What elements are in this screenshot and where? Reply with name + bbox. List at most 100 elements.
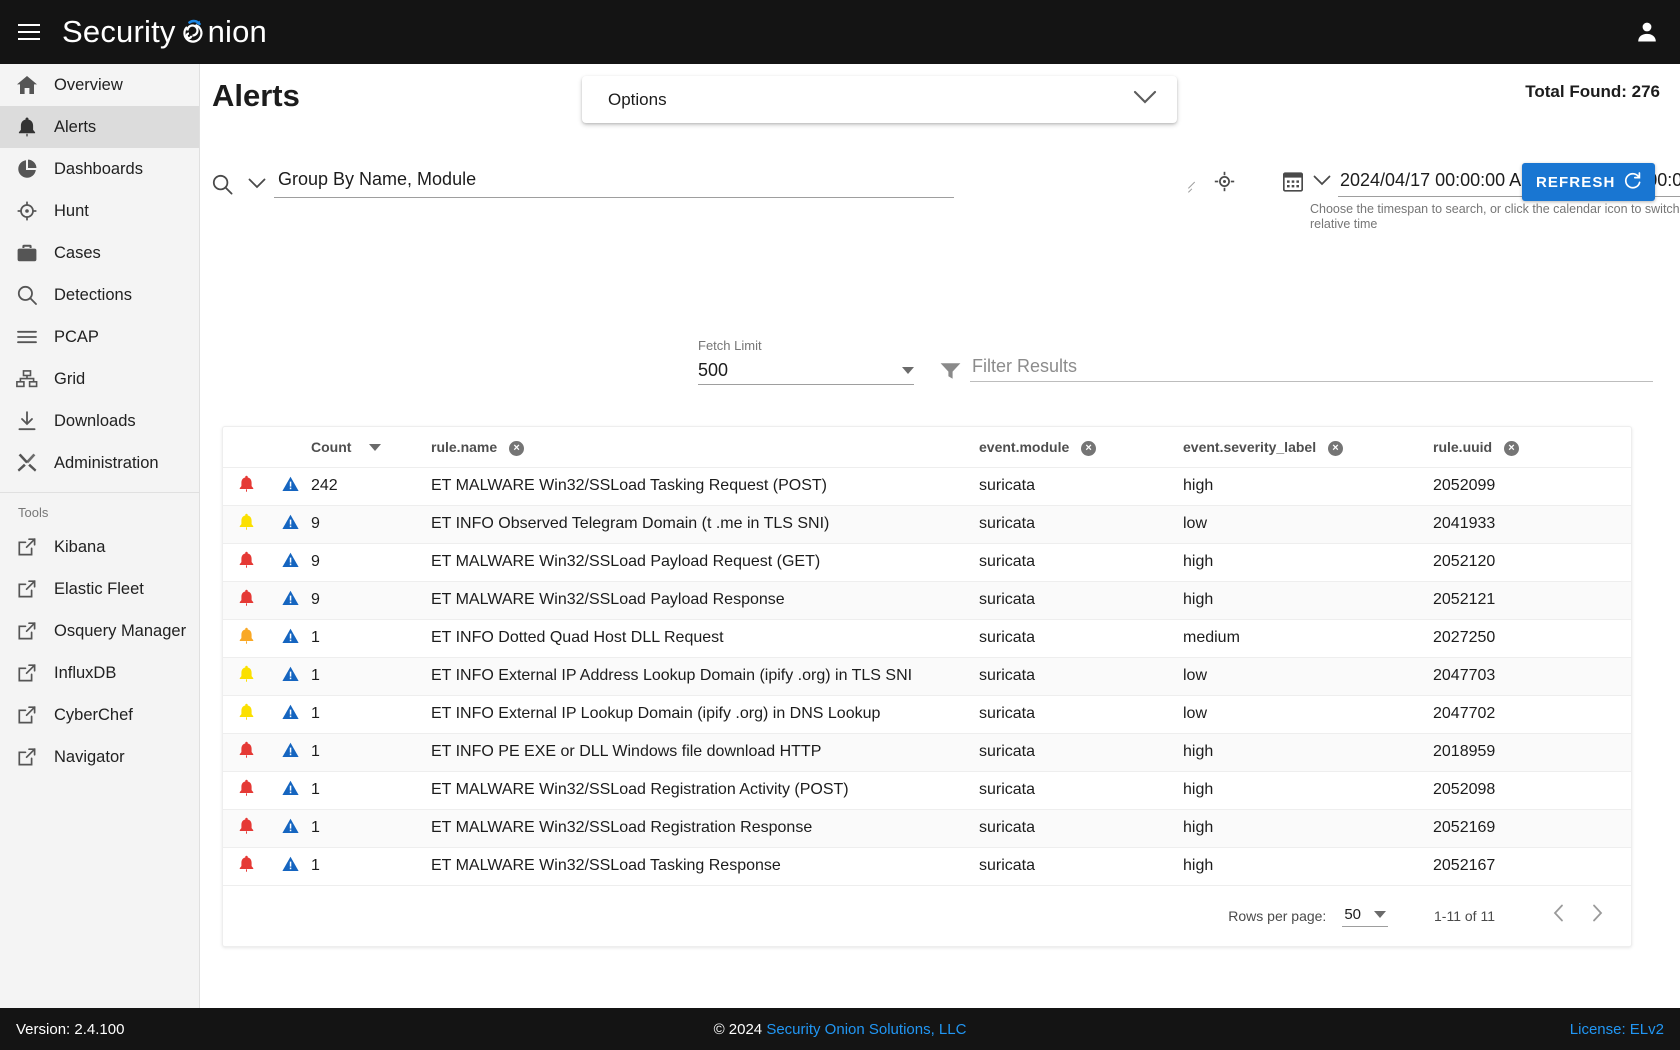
- acknowledge-cell[interactable]: [269, 657, 311, 696]
- table-row[interactable]: 242 ET MALWARE Win32/SSLoad Tasking Reque…: [223, 467, 1631, 506]
- sidebar-item-pcap[interactable]: PCAP: [0, 316, 199, 358]
- cell-event-module[interactable]: suricata: [979, 771, 1183, 810]
- cell-rule-uuid[interactable]: 2052098: [1433, 771, 1631, 810]
- remove-column-rule-uuid-icon[interactable]: ×: [1504, 440, 1520, 456]
- sidebar-item-osquery-manager[interactable]: Osquery Manager: [0, 610, 199, 652]
- cell-event-module[interactable]: suricata: [979, 581, 1183, 620]
- date-expand-chevron-icon[interactable]: [1313, 173, 1331, 191]
- rows-per-page-select[interactable]: 50: [1342, 904, 1389, 928]
- escalate-cell[interactable]: [223, 733, 269, 772]
- bell-icon[interactable]: [239, 475, 254, 498]
- query-expand-chevron-icon[interactable]: [248, 176, 266, 194]
- options-expansion-panel[interactable]: Options: [582, 76, 1177, 123]
- cell-rule-uuid[interactable]: 2047702: [1433, 695, 1631, 734]
- table-row[interactable]: 1 ET INFO PE EXE or DLL Windows file down…: [223, 733, 1631, 772]
- cell-event-module[interactable]: suricata: [979, 733, 1183, 772]
- cell-rule-name[interactable]: ET INFO Observed Telegram Domain (t .me …: [431, 505, 979, 544]
- cell-event-severity-label[interactable]: low: [1183, 695, 1433, 734]
- escalate-cell[interactable]: [223, 809, 269, 848]
- cell-event-module[interactable]: suricata: [979, 505, 1183, 544]
- filter-funnel-icon[interactable]: [940, 362, 961, 385]
- warning-triangle-icon[interactable]: [281, 704, 299, 725]
- cell-event-severity-label[interactable]: high: [1183, 581, 1433, 620]
- sidebar-item-overview[interactable]: Overview: [0, 64, 199, 106]
- cell-count[interactable]: 1: [311, 771, 431, 810]
- cell-count[interactable]: 9: [311, 543, 431, 582]
- cell-rule-name[interactable]: ET MALWARE Win32/SSLoad Payload Response: [431, 581, 979, 620]
- cell-count[interactable]: 1: [311, 619, 431, 658]
- warning-triangle-icon[interactable]: [281, 590, 299, 611]
- remove-column-event-severity-icon[interactable]: ×: [1327, 440, 1343, 456]
- acknowledge-cell[interactable]: [269, 847, 311, 886]
- bell-icon[interactable]: [239, 513, 254, 536]
- bell-icon[interactable]: [239, 779, 254, 802]
- acknowledge-cell[interactable]: [269, 695, 311, 734]
- table-row[interactable]: 9 ET INFO Observed Telegram Domain (t .me…: [223, 505, 1631, 544]
- table-row[interactable]: 9 ET MALWARE Win32/SSLoad Payload Request…: [223, 543, 1631, 582]
- cell-event-severity-label[interactable]: high: [1183, 467, 1433, 506]
- cell-event-severity-label[interactable]: high: [1183, 847, 1433, 886]
- th-rule-name[interactable]: rule.name ×: [431, 427, 979, 468]
- cell-count[interactable]: 1: [311, 695, 431, 734]
- acknowledge-cell[interactable]: [269, 771, 311, 810]
- sidebar-item-navigator[interactable]: Navigator: [0, 736, 199, 778]
- table-row[interactable]: 1 ET INFO Dotted Quad Host DLL Request sur…: [223, 619, 1631, 658]
- escalate-cell[interactable]: [223, 543, 269, 582]
- calendar-icon[interactable]: [1282, 171, 1304, 197]
- table-row[interactable]: 1 ET INFO External IP Lookup Domain (ipif…: [223, 695, 1631, 734]
- refresh-button[interactable]: REFRESH: [1522, 163, 1656, 201]
- cell-rule-uuid[interactable]: 2027250: [1433, 619, 1631, 658]
- th-event-module[interactable]: event.module ×: [979, 427, 1183, 468]
- cell-rule-uuid[interactable]: 2052169: [1433, 809, 1631, 848]
- cell-count[interactable]: 9: [311, 581, 431, 620]
- acknowledge-cell[interactable]: [269, 619, 311, 658]
- cell-rule-name[interactable]: ET MALWARE Win32/SSLoad Registration Res…: [431, 809, 979, 848]
- cell-event-severity-label[interactable]: high: [1183, 809, 1433, 848]
- acknowledge-cell[interactable]: [269, 581, 311, 620]
- sidebar-item-kibana[interactable]: Kibana: [0, 526, 199, 568]
- cell-rule-name[interactable]: ET MALWARE Win32/SSLoad Payload Request …: [431, 543, 979, 582]
- cell-event-severity-label[interactable]: low: [1183, 505, 1433, 544]
- cell-event-module[interactable]: suricata: [979, 543, 1183, 582]
- sidebar-item-downloads[interactable]: Downloads: [0, 400, 199, 442]
- bell-icon[interactable]: [239, 703, 254, 726]
- cell-rule-uuid[interactable]: 2052099: [1433, 467, 1631, 506]
- escalate-cell[interactable]: [223, 581, 269, 620]
- warning-triangle-icon[interactable]: [281, 742, 299, 763]
- warning-triangle-icon[interactable]: [281, 856, 299, 877]
- table-row[interactable]: 1 ET INFO External IP Address Lookup Doma…: [223, 657, 1631, 696]
- acknowledge-cell[interactable]: [269, 505, 311, 544]
- warning-triangle-icon[interactable]: [281, 552, 299, 573]
- cell-count[interactable]: 1: [311, 847, 431, 886]
- warning-triangle-icon[interactable]: [281, 476, 299, 497]
- sidebar-item-alerts[interactable]: Alerts: [0, 106, 199, 148]
- sidebar-item-hunt[interactable]: Hunt: [0, 190, 199, 232]
- footer-company-link[interactable]: Security Onion Solutions, LLC: [766, 1021, 966, 1038]
- escalate-cell[interactable]: [223, 619, 269, 658]
- acknowledge-cell[interactable]: [269, 733, 311, 772]
- cell-event-severity-label[interactable]: high: [1183, 733, 1433, 772]
- cell-rule-name[interactable]: ET MALWARE Win32/SSLoad Registration Act…: [431, 771, 979, 810]
- bell-icon[interactable]: [239, 589, 254, 612]
- escalate-cell[interactable]: [223, 695, 269, 734]
- cell-event-module[interactable]: suricata: [979, 467, 1183, 506]
- cell-event-module[interactable]: suricata: [979, 695, 1183, 734]
- sidebar-item-elastic-fleet[interactable]: Elastic Fleet: [0, 568, 199, 610]
- next-page-button[interactable]: [1578, 904, 1617, 927]
- warning-triangle-icon[interactable]: [281, 514, 299, 535]
- bell-icon[interactable]: [239, 665, 254, 688]
- table-row[interactable]: 1 ET MALWARE Win32/SSLoad Tasking Respons…: [223, 847, 1631, 886]
- cell-count[interactable]: 242: [311, 467, 431, 506]
- escalate-cell[interactable]: [223, 505, 269, 544]
- escalate-cell[interactable]: [223, 467, 269, 506]
- cell-count[interactable]: 1: [311, 733, 431, 772]
- th-event-severity-label[interactable]: event.severity_label ×: [1183, 427, 1433, 468]
- hamburger-menu-icon[interactable]: [18, 24, 40, 40]
- cell-rule-uuid[interactable]: 2052167: [1433, 847, 1631, 886]
- th-rule-uuid[interactable]: rule.uuid ×: [1433, 427, 1631, 468]
- cell-rule-uuid[interactable]: 2041933: [1433, 505, 1631, 544]
- warning-triangle-icon[interactable]: [281, 628, 299, 649]
- cell-count[interactable]: 9: [311, 505, 431, 544]
- th-count[interactable]: Count: [311, 427, 431, 468]
- cell-rule-uuid[interactable]: 2018959: [1433, 733, 1631, 772]
